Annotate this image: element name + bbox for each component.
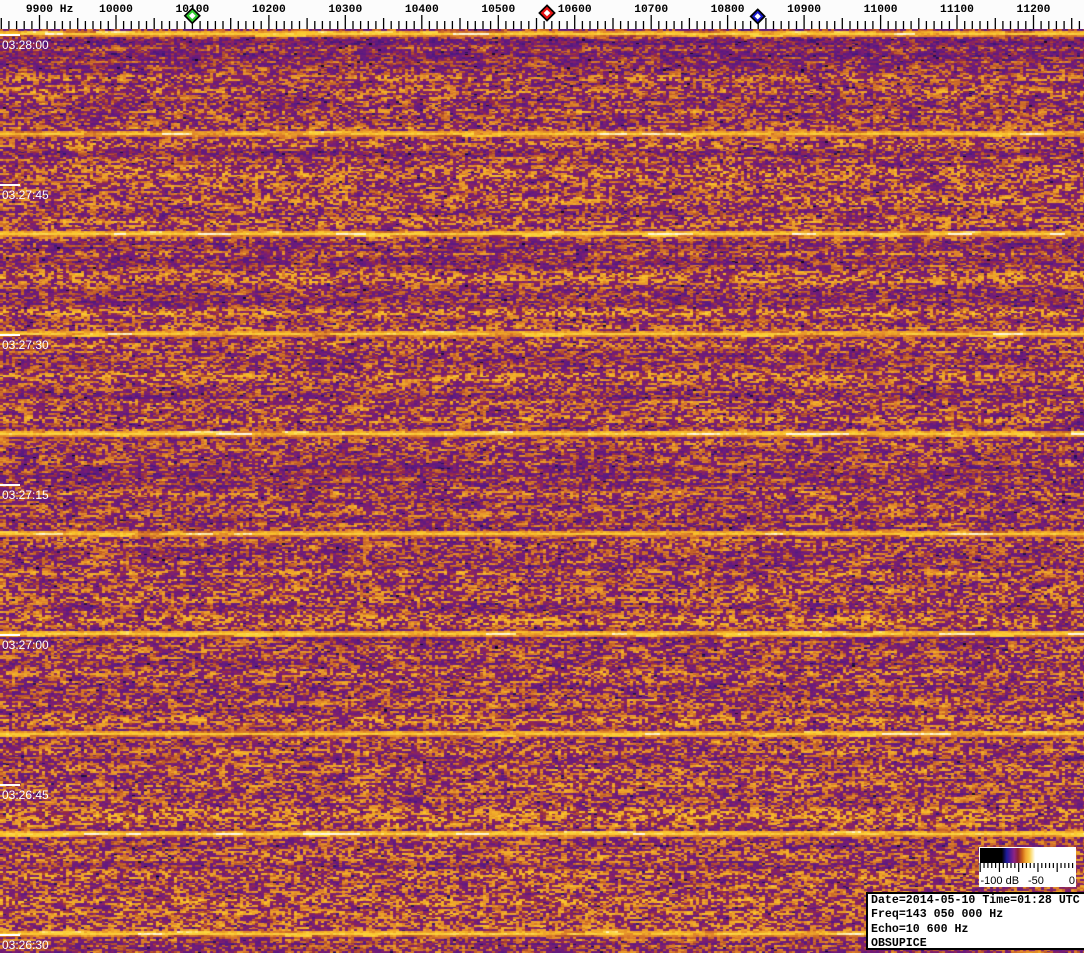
svg-text:9900 Hz: 9900 Hz [26,4,73,16]
svg-text:10000: 10000 [99,4,133,16]
svg-text:10800: 10800 [711,4,745,16]
svg-text:10300: 10300 [328,4,362,16]
svg-text:10900: 10900 [787,4,821,16]
svg-text:10400: 10400 [405,4,439,16]
svg-text:10200: 10200 [252,4,286,16]
svg-text:10500: 10500 [481,4,515,16]
svg-text:11100: 11100 [940,4,974,16]
svg-text:10600: 10600 [558,4,592,16]
svg-text:11200: 11200 [1017,4,1051,16]
svg-text:10700: 10700 [634,4,668,16]
svg-text:11000: 11000 [864,4,898,16]
